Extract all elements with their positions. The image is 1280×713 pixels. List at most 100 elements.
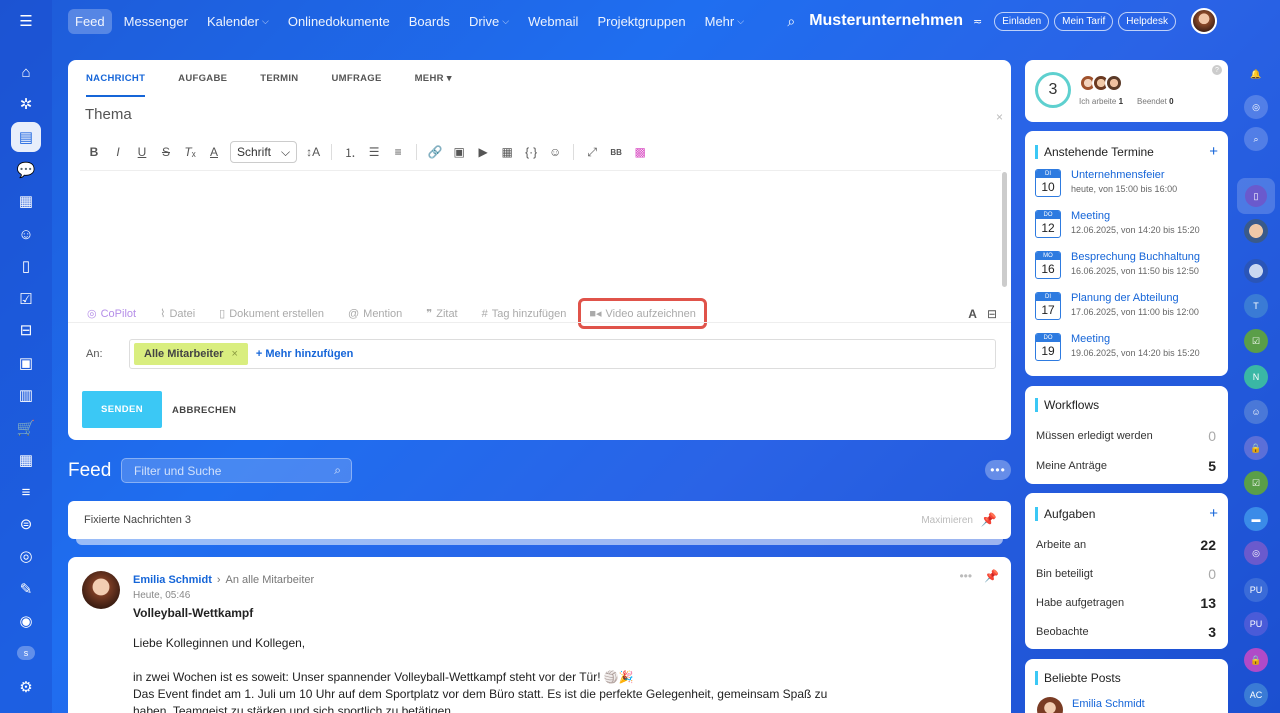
font-select[interactable]: Schrift ⌵ xyxy=(230,141,298,163)
contacts-icon[interactable]: ☺ xyxy=(11,219,41,249)
nav-project-groups[interactable]: Projektgruppen xyxy=(597,14,685,29)
info-icon[interactable]: ? xyxy=(1212,65,1222,75)
robot-icon[interactable]: ⊜ xyxy=(11,509,41,539)
tasks-chat-icon[interactable]: ☑ xyxy=(1244,471,1268,495)
event-item[interactable]: DO 12 Meeting 12.06.2025, von 14:20 bis 15… xyxy=(1035,210,1200,238)
popular-author[interactable]: Emilia Schmidt xyxy=(1072,698,1145,710)
tab-more[interactable]: MEHR ▾ xyxy=(415,60,452,97)
avatar[interactable] xyxy=(1244,219,1268,243)
filter-icon[interactable]: ≡ xyxy=(11,477,41,507)
italic-icon[interactable]: I xyxy=(106,141,130,163)
clear-format-icon[interactable]: Tₓ xyxy=(178,141,202,163)
editor-scrollbar[interactable] xyxy=(1002,172,1007,287)
numbered-list-icon[interactable]: ⒈ xyxy=(338,141,362,163)
pinned-messages-bar[interactable]: Fixierte Nachrichten 3 Maximieren 📌 xyxy=(68,501,1011,539)
search-icon[interactable]: ⌕ xyxy=(334,463,341,478)
recipients-field[interactable]: Alle Mitarbeiter × + Mehr hinzufügen xyxy=(129,339,996,369)
active-chat-icon[interactable]: ▯ xyxy=(1237,178,1275,214)
feed-more-button[interactable]: ••• xyxy=(985,460,1011,480)
task-row[interactable]: Bin beteiligt 0 xyxy=(1025,566,1228,582)
recipient-chip[interactable]: Alle Mitarbeiter × xyxy=(134,343,248,365)
bullet-list-icon[interactable]: ☰ xyxy=(362,141,386,163)
chat-avatar-pu[interactable]: PU xyxy=(1244,612,1268,636)
more-icon[interactable]: ••• xyxy=(959,569,972,583)
event-item[interactable]: MO 16 Besprechung Buchhaltung 16.06.2025, … xyxy=(1035,251,1200,279)
event-item[interactable]: DO 19 Meeting 19.06.2025, von 14:20 bis 15… xyxy=(1035,333,1200,361)
maximize-link[interactable]: Maximieren xyxy=(921,515,973,526)
nav-boards[interactable]: Boards xyxy=(409,14,450,29)
my-plan-button[interactable]: Mein Tarif xyxy=(1054,11,1114,31)
home-icon[interactable]: ⌂ xyxy=(11,57,41,87)
chat-avatar-t[interactable]: T xyxy=(1244,294,1268,318)
search-icon[interactable]: ⌕ xyxy=(787,13,795,30)
create-document-button[interactable]: ▯ Dokument erstellen xyxy=(219,307,324,321)
bbcode-icon[interactable]: BB xyxy=(604,141,628,163)
menu-icon[interactable]: ☰ xyxy=(11,6,41,36)
author-link[interactable]: Emilia Schmidt xyxy=(133,574,212,586)
lock-icon[interactable]: 🔒 xyxy=(1244,436,1268,460)
target-icon[interactable]: ◎ xyxy=(11,541,41,571)
cancel-button[interactable]: ABBRECHEN xyxy=(172,405,236,416)
tab-message[interactable]: NACHRICHT xyxy=(86,60,146,97)
lock-icon[interactable]: 🔒 xyxy=(1244,648,1268,672)
tasks-icon[interactable]: ☑ xyxy=(11,284,41,314)
chat-avatar-pu[interactable]: PU xyxy=(1244,578,1268,602)
nav-webmail[interactable]: Webmail xyxy=(528,14,578,29)
text-color-icon[interactable]: A xyxy=(202,141,226,163)
tab-poll[interactable]: UMFRAGE xyxy=(331,60,381,97)
document-icon[interactable]: ▯ xyxy=(11,251,41,281)
task-row[interactable]: Arbeite an 22 xyxy=(1025,537,1228,553)
sites-badge[interactable]: s xyxy=(17,646,35,660)
settings-gear-icon[interactable]: ⚙ xyxy=(11,672,41,702)
post-audience[interactable]: An alle Mitarbeiter xyxy=(226,574,315,586)
nav-calendar[interactable]: Kalender ⌵ xyxy=(207,14,269,29)
quote-button[interactable]: ❞ Zitat xyxy=(426,307,457,321)
add-tag-button[interactable]: # Tag hinzufügen xyxy=(482,308,567,320)
link-icon[interactable]: 🔗 xyxy=(423,141,447,163)
add-more-recipients-link[interactable]: + Mehr hinzufügen xyxy=(256,348,353,360)
feed-icon[interactable]: ▤ xyxy=(11,122,41,152)
pin-icon[interactable]: 📌 xyxy=(984,569,999,583)
nav-messenger[interactable]: Messenger xyxy=(124,14,188,29)
subject-input[interactable]: Thema xyxy=(85,106,132,123)
chat-avatar-ac[interactable]: AC xyxy=(1244,683,1268,707)
task-row[interactable]: Beobachte 3 xyxy=(1025,624,1228,640)
add-task-button[interactable]: + xyxy=(1209,505,1218,522)
analytics-icon[interactable]: ▥ xyxy=(11,380,41,410)
nav-online-documents[interactable]: Onlinedokumente xyxy=(288,14,390,29)
author-avatar[interactable] xyxy=(82,571,120,609)
avatar[interactable] xyxy=(1037,697,1063,713)
drive-icon[interactable]: ⊟ xyxy=(11,315,41,345)
task-row[interactable]: Habe aufgetragen 13 xyxy=(1025,595,1228,611)
font-size-icon[interactable]: ↕A xyxy=(301,141,325,163)
feed-search-input[interactable]: Filter und Suche ⌕ xyxy=(121,458,352,483)
workflow-row[interactable]: Meine Anträge 5 xyxy=(1025,458,1228,474)
copilot-icon[interactable]: ◎ xyxy=(1244,95,1268,119)
group-avatar[interactable] xyxy=(1244,259,1268,283)
work-status-widget[interactable]: 3 Ich arbeite 1 Beendet 0 ? xyxy=(1025,60,1228,122)
workflow-row[interactable]: Müssen erledigt werden 0 xyxy=(1025,428,1228,444)
code-icon[interactable]: {·} xyxy=(519,141,543,163)
planner-icon[interactable]: ▦ xyxy=(11,445,41,475)
remove-icon[interactable]: × xyxy=(231,348,237,360)
align-icon[interactable]: ≡ xyxy=(386,141,410,163)
copilot-chat-icon[interactable]: ◎ xyxy=(1244,541,1268,565)
company-settings-icon[interactable]: ≂ xyxy=(973,15,982,28)
event-item[interactable]: DI 10 Unternehmensfeier heute, von 15:00 b… xyxy=(1035,169,1177,197)
image-icon[interactable]: ▣ xyxy=(447,141,471,163)
chat-icon[interactable]: 💬 xyxy=(11,155,41,185)
text-format-icon[interactable]: A xyxy=(968,307,977,321)
copilot-icon[interactable]: ✲ xyxy=(11,89,41,119)
presentation-icon[interactable]: ▣ xyxy=(11,348,41,378)
bus-icon[interactable]: ▬ xyxy=(1244,507,1268,531)
tab-event[interactable]: TERMIN xyxy=(260,60,298,97)
copilot-image-icon[interactable]: ▩ xyxy=(628,141,652,163)
user-avatar[interactable] xyxy=(1191,8,1217,34)
close-icon[interactable]: × xyxy=(996,110,1003,124)
company-name[interactable]: Musterunternehmen xyxy=(809,12,963,30)
copilot-button[interactable]: ◎ CoPilot xyxy=(87,307,136,321)
nav-feed[interactable]: Feed xyxy=(68,8,112,34)
notifications-bell-icon[interactable]: 🔔 xyxy=(1244,62,1268,86)
pin-icon[interactable]: 📌 xyxy=(981,512,997,528)
tab-task[interactable]: AUFGABE xyxy=(178,60,227,97)
